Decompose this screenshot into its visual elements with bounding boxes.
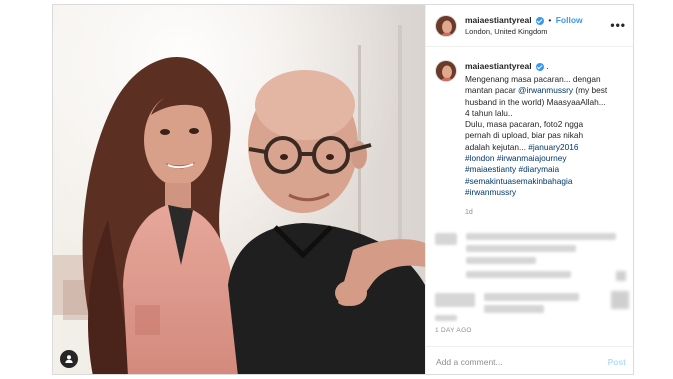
blurred-action-icons (435, 293, 475, 307)
caption-username-row: maiaestiantyreal . (465, 61, 549, 71)
caption-text-run: Mengenang masa pacaran... dengan (465, 74, 601, 84)
hashtag-link[interactable]: #london (465, 153, 495, 163)
avatar-image (436, 16, 456, 36)
caption-line: mantan pacar @irwanmussry (my best (465, 85, 625, 96)
caption-line: adalah kejutan... #january2016 (465, 142, 625, 153)
blurred-likes (435, 315, 457, 321)
tagged-users-button[interactable] (60, 350, 78, 368)
caption-line: 4 tahun lalu.. (465, 108, 625, 119)
person-icon (65, 355, 73, 363)
separator-dot: • (548, 15, 552, 25)
caption-line: pernah di upload, biar pas nikah (465, 130, 625, 141)
caption-text-run: adalah kejutan... (465, 141, 529, 152)
caption-line: #irwanmussry (465, 187, 625, 198)
hashtag-link[interactable]: #diarymaia (519, 164, 560, 174)
blurred-comment (466, 233, 616, 240)
caption-timestamp: 1d (465, 209, 473, 216)
caption-username[interactable]: maiaestiantyreal (465, 61, 532, 71)
hashtag-link[interactable]: #irwanmussry (465, 187, 516, 197)
caption-line: Dulu, masa pacaran, foto2 ngga (465, 119, 625, 130)
verified-badge-icon (536, 62, 544, 71)
caption-avatar[interactable] (435, 60, 457, 82)
photo-illustration (53, 5, 425, 374)
caption-text-run: Dulu, masa pacaran, foto2 ngga (465, 119, 584, 130)
avatar[interactable] (435, 15, 457, 37)
caption-text: Mengenang masa pacaran... dengan mantan … (465, 74, 625, 198)
instagram-post: maiaestiantyreal • Follow London, United… (52, 4, 634, 375)
verified-badge-icon (536, 16, 544, 25)
header-username-row: maiaestiantyreal • Follow (465, 15, 583, 25)
hashtag-link[interactable]: #maiaestianty (465, 164, 516, 174)
screenshot-frame: maiaestiantyreal • Follow London, United… (0, 0, 673, 379)
hashtag-link[interactable]: #january2016 (528, 142, 578, 152)
caption-line: #semakintuasemakinbahagia (465, 176, 625, 187)
blurred-comment (484, 305, 544, 313)
hashtag-link[interactable]: #semakintuasemakinbahagia (465, 176, 572, 186)
follow-button[interactable]: Follow (556, 15, 583, 25)
caption-text-run: mantan pacar (465, 85, 519, 96)
blurred-like-icon (616, 271, 626, 281)
hashtag-link[interactable]: #irwanmaiajourney (497, 153, 567, 163)
avatar-image (436, 61, 456, 81)
post-sidebar: maiaestiantyreal • Follow London, United… (425, 5, 633, 374)
caption-line: #london #irwanmaiajourney (465, 153, 625, 164)
caption-text-run: 4 tahun lalu.. (465, 107, 513, 118)
blurred-comment (484, 293, 579, 301)
blurred-comment (466, 271, 571, 278)
post-comment-button[interactable]: Post (608, 357, 626, 367)
comment-input[interactable]: Add a comment... (436, 357, 503, 367)
header-username[interactable]: maiaestiantyreal (465, 15, 532, 25)
caption-line: #maiaestianty #diarymaia (465, 164, 625, 175)
mention-link[interactable]: @irwanmussry (518, 85, 573, 95)
post-photo[interactable] (53, 5, 425, 374)
caption-line: husband in the world) MaasyaaAllah... (465, 97, 625, 108)
caption-text-run: husband in the world) MaasyaaAllah... (465, 96, 606, 107)
location-link[interactable]: London, United Kingdom (465, 27, 548, 36)
post-header: maiaestiantyreal • Follow London, United… (426, 5, 633, 47)
post-date: 1 DAY AGO (435, 327, 472, 334)
blurred-comment (466, 257, 536, 264)
blurred-avatar (435, 233, 457, 245)
caption-dot: . (546, 61, 549, 71)
blurred-save-icon (611, 291, 629, 309)
caption-line: Mengenang masa pacaran... dengan (465, 74, 625, 85)
caption-text-run: (my best (573, 85, 608, 96)
add-comment-bar: Add a comment... Post (426, 346, 633, 374)
more-options-icon[interactable]: ••• (610, 18, 626, 32)
caption-text-run: pernah di upload, biar pas nikah (465, 130, 584, 141)
blurred-comment (466, 245, 576, 252)
